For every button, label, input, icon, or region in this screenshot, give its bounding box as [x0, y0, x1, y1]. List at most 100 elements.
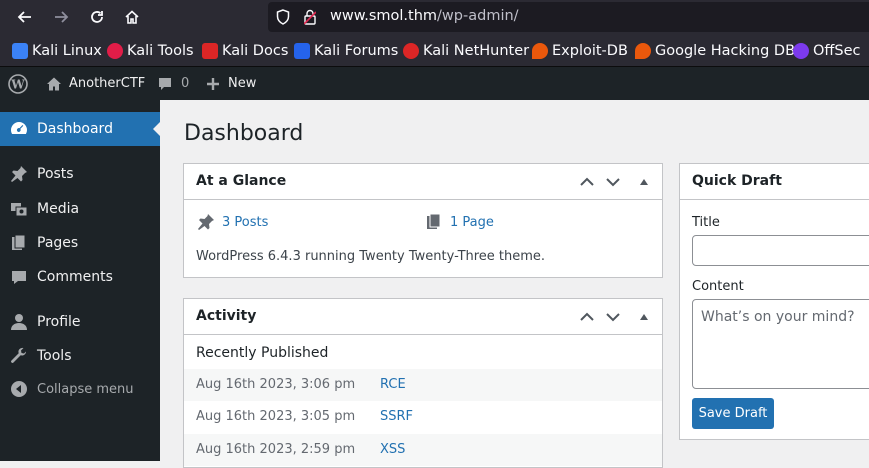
new-content-button[interactable]: New [206, 67, 256, 100]
url-bar[interactable]: www.smol.thm/wp-admin/ [268, 2, 869, 32]
menu-item-posts[interactable]: Posts [0, 157, 160, 191]
pages-icon [424, 212, 444, 232]
home-icon [47, 77, 61, 90]
activity-row: Aug 16th 2023, 2:59 pm XSS [184, 434, 662, 466]
media-icon [9, 199, 29, 219]
active-indicator [153, 121, 161, 137]
activity-row: Aug 16th 2023, 3:05 pm SSRF [184, 401, 662, 433]
bookmarks-bar: Kali Linux Kali Tools Kali Docs Kali For… [0, 34, 869, 67]
widget-header: Quick Draft [680, 164, 869, 200]
content-label: Content [692, 279, 744, 294]
reload-button[interactable] [81, 0, 113, 34]
menu-item-profile[interactable]: Profile [0, 305, 160, 339]
url-text: www.smol.thm/wp-admin/ [330, 8, 519, 24]
menu-item-dashboard[interactable]: Dashboard [0, 112, 161, 146]
menu-item-pages[interactable]: Pages [0, 226, 160, 260]
activity-widget: Activity Recently Published Aug 16th 202… [183, 298, 663, 468]
new-label: New [228, 76, 257, 91]
bookmark-exploit-db[interactable]: Exploit-DB [532, 42, 628, 60]
home-button[interactable] [116, 0, 148, 34]
menu-item-comments[interactable]: Comments [0, 260, 160, 294]
post-title-link[interactable]: SSRF [380, 409, 413, 424]
collapse-menu-button[interactable]: Collapse menu [0, 372, 160, 406]
comments-count: 0 [181, 76, 190, 91]
toggle-panel-icon[interactable] [635, 308, 653, 326]
widget-header: Activity [184, 299, 662, 335]
widget-title: Quick Draft [692, 173, 782, 189]
glance-pages[interactable]: 1 Page [424, 212, 494, 232]
url-path: /wp-admin/ [437, 8, 519, 24]
svg-text:W: W [10, 77, 25, 91]
pin-icon [9, 164, 29, 184]
bookmark-kali-tools[interactable]: Kali Tools [107, 42, 194, 60]
dashboard-icon [9, 119, 29, 139]
recently-published-heading: Recently Published [196, 345, 329, 361]
site-name-link[interactable]: AnotherCTF [46, 67, 145, 100]
quick-draft-widget: Quick Draft Title Content What’s on your… [679, 163, 869, 440]
menu-item-media[interactable]: Media [0, 192, 160, 226]
content-placeholder: What’s on your mind? [701, 309, 855, 325]
bookmark-offsec[interactable]: OffSec [793, 42, 861, 60]
plus-icon [207, 77, 219, 90]
collapse-icon [9, 379, 29, 399]
kali-docs-icon [202, 43, 218, 59]
bookmark-kali-nethunter[interactable]: Kali NetHunter [403, 42, 529, 60]
back-button[interactable] [9, 0, 41, 34]
comment-icon [9, 267, 29, 287]
kali-forums-icon [294, 43, 310, 59]
toggle-panel-icon[interactable] [635, 173, 653, 191]
post-date: Aug 16th 2023, 2:59 pm [196, 442, 356, 457]
menu-item-tools[interactable]: Tools [0, 339, 160, 373]
ghdb-icon [635, 43, 651, 59]
move-up-icon[interactable] [578, 308, 596, 326]
draft-title-input[interactable] [692, 235, 869, 266]
bookmark-google-hacking-db[interactable]: Google Hacking DB [635, 42, 795, 60]
posts-count-link[interactable]: 3 Posts [222, 215, 268, 230]
widget-title: At a Glance [196, 173, 287, 189]
title-label: Title [692, 215, 720, 230]
pages-icon [9, 233, 29, 253]
bookmark-kali-docs[interactable]: Kali Docs [202, 42, 288, 60]
wordpress-version-text: WordPress 6.4.3 running Twenty Twenty-Th… [196, 249, 546, 264]
admin-sidebar: Dashboard Posts Media Pages Comments Pro… [0, 100, 161, 461]
offsec-icon [793, 43, 809, 59]
site-name: AnotherCTF [69, 76, 146, 91]
move-down-icon[interactable] [604, 308, 622, 326]
widget-header: At a Glance [184, 164, 662, 200]
forward-button[interactable] [45, 0, 77, 34]
draft-content-textarea[interactable]: What’s on your mind? [692, 299, 869, 389]
kali-linux-icon [12, 43, 28, 59]
forward-arrow-icon [55, 11, 69, 23]
comment-bubble-icon [159, 77, 171, 90]
glance-posts[interactable]: 3 Posts [196, 212, 268, 232]
wrench-icon [9, 346, 29, 366]
post-title-link[interactable]: XSS [380, 442, 405, 457]
kali-nethunter-icon [403, 43, 419, 59]
move-down-icon[interactable] [604, 173, 622, 191]
exploit-db-icon [532, 43, 548, 59]
at-a-glance-widget: At a Glance 3 Posts 1 Page WordPress 6.4… [183, 163, 663, 278]
url-host: www.smol.thm [330, 8, 438, 24]
post-date: Aug 16th 2023, 3:06 pm [196, 377, 356, 392]
comments-link[interactable]: 0 [157, 67, 189, 100]
bookmark-kali-forums[interactable]: Kali Forums [294, 42, 398, 60]
save-draft-button[interactable]: Save Draft [692, 398, 774, 429]
activity-row: Aug 16th 2023, 3:06 pm RCE [184, 369, 662, 401]
user-icon [9, 312, 29, 332]
lock-insecure-icon[interactable] [304, 9, 316, 25]
bookmark-kali-linux[interactable]: Kali Linux [12, 42, 102, 60]
move-up-icon[interactable] [578, 173, 596, 191]
home-icon [125, 10, 139, 24]
kali-tools-icon [107, 43, 123, 59]
shield-icon[interactable] [276, 9, 290, 25]
browser-toolbar: www.smol.thm/wp-admin/ [0, 0, 869, 34]
pin-icon [196, 212, 216, 232]
pages-count-link[interactable]: 1 Page [450, 215, 494, 230]
post-title-link[interactable]: RCE [380, 377, 406, 392]
post-date: Aug 16th 2023, 3:05 pm [196, 409, 356, 424]
page-title: Dashboard [184, 121, 304, 146]
wordpress-logo-icon: W [8, 73, 28, 94]
widget-title: Activity [196, 308, 257, 324]
wp-logo-button[interactable]: W [8, 67, 28, 100]
reload-icon [91, 11, 103, 23]
